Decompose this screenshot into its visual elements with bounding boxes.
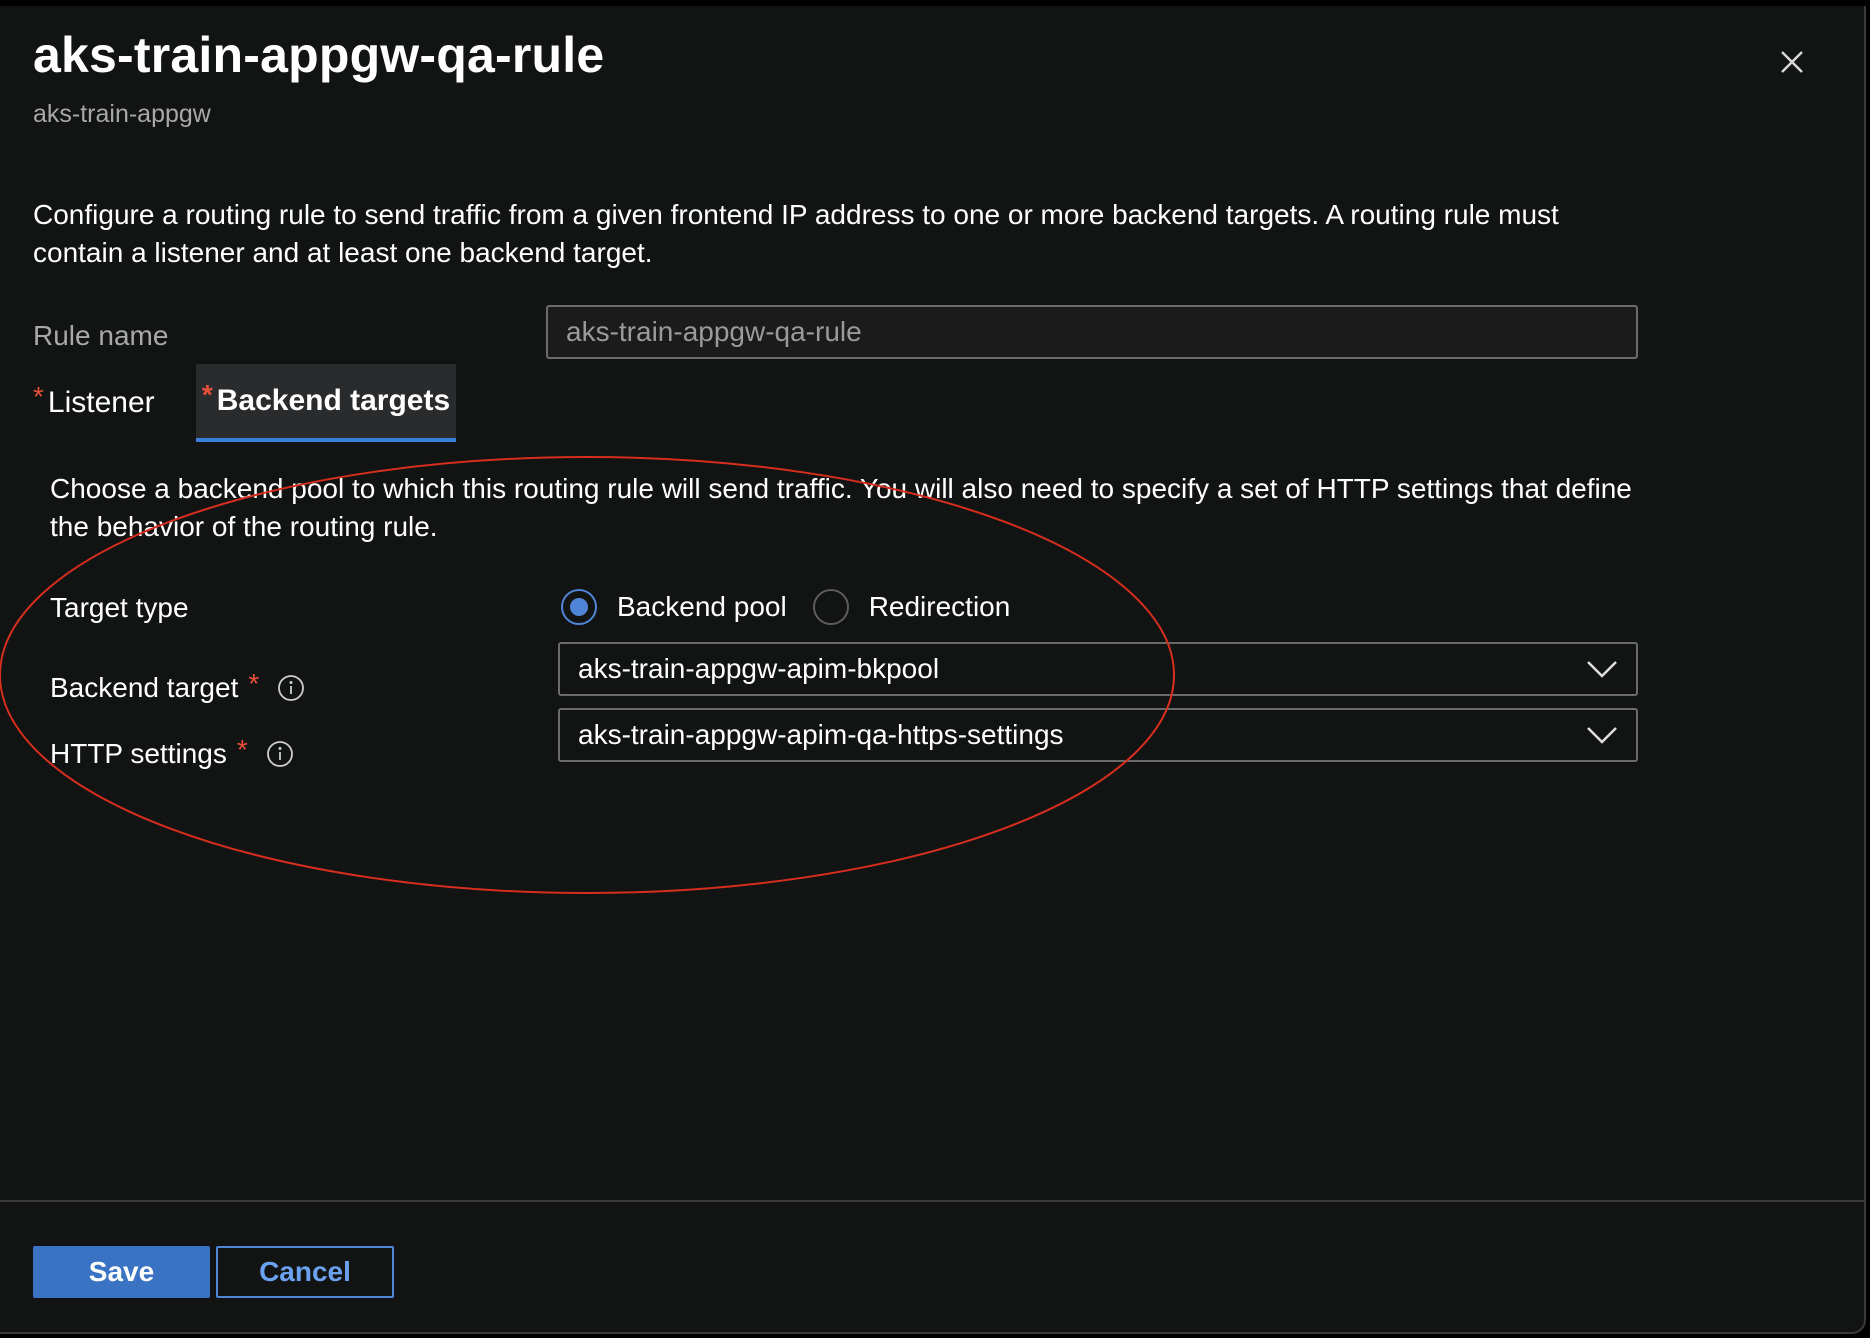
tab-listener-label: Listener: [47, 386, 155, 419]
intro-text: Configure a routing rule to send traffic…: [33, 199, 1559, 268]
target-type-label-text: Target type: [50, 592, 189, 623]
backend-target-value: aks-train-appgw-apim-bkpool: [578, 653, 940, 684]
chevron-down-icon: [1587, 727, 1617, 744]
radio-checked-icon: [561, 589, 597, 625]
target-type-label: Target type: [50, 592, 189, 624]
close-icon: [1781, 51, 1803, 73]
footer-divider: [0, 1200, 1866, 1202]
http-settings-label: HTTP settings *: [50, 734, 294, 770]
radio-redirection-label: Redirection: [868, 591, 1011, 622]
tab-backend-targets-label: Backend targets: [216, 384, 451, 417]
close-button[interactable]: [1772, 42, 1812, 82]
save-button[interactable]: Save: [33, 1246, 210, 1298]
required-marker: *: [33, 381, 44, 412]
backend-target-select[interactable]: aks-train-appgw-apim-bkpool: [558, 642, 1638, 696]
cancel-button[interactable]: Cancel: [216, 1246, 394, 1298]
required-marker: *: [248, 668, 260, 699]
rule-name-label: Rule name: [33, 320, 169, 351]
tab-listener[interactable]: * Listener: [33, 364, 159, 442]
rule-name-input[interactable]: [546, 305, 1638, 359]
info-icon[interactable]: [277, 674, 305, 702]
chevron-down-icon: [1587, 661, 1617, 678]
radio-backend-pool-label: Backend pool: [617, 591, 787, 622]
http-settings-value: aks-train-appgw-apim-qa-https-settings: [578, 719, 1064, 750]
backend-target-label: Backend target *: [50, 668, 305, 704]
page-title: aks-train-appgw-qa-rule: [33, 27, 605, 83]
radio-unchecked-icon: [812, 589, 849, 625]
page-subtitle: aks-train-appgw: [33, 100, 211, 128]
http-settings-label-text: HTTP settings: [50, 738, 227, 769]
backend-target-label-text: Backend target: [50, 672, 239, 703]
info-icon[interactable]: [266, 740, 294, 768]
required-marker: *: [201, 379, 213, 410]
rule-panel: aks-train-appgw-qa-rule aks-train-appgw …: [0, 6, 1866, 1334]
http-settings-select[interactable]: aks-train-appgw-apim-qa-https-settings: [558, 708, 1638, 762]
radio-backend-pool[interactable]: Backend pool: [561, 589, 787, 625]
required-marker: *: [236, 734, 248, 765]
backend-description: Choose a backend pool to which this rout…: [50, 473, 1632, 542]
tab-backend-targets[interactable]: * Backend targets: [196, 364, 456, 442]
radio-redirection[interactable]: Redirection: [812, 589, 1011, 625]
target-type-radio-group: Backend pool Redirection: [561, 589, 1036, 625]
